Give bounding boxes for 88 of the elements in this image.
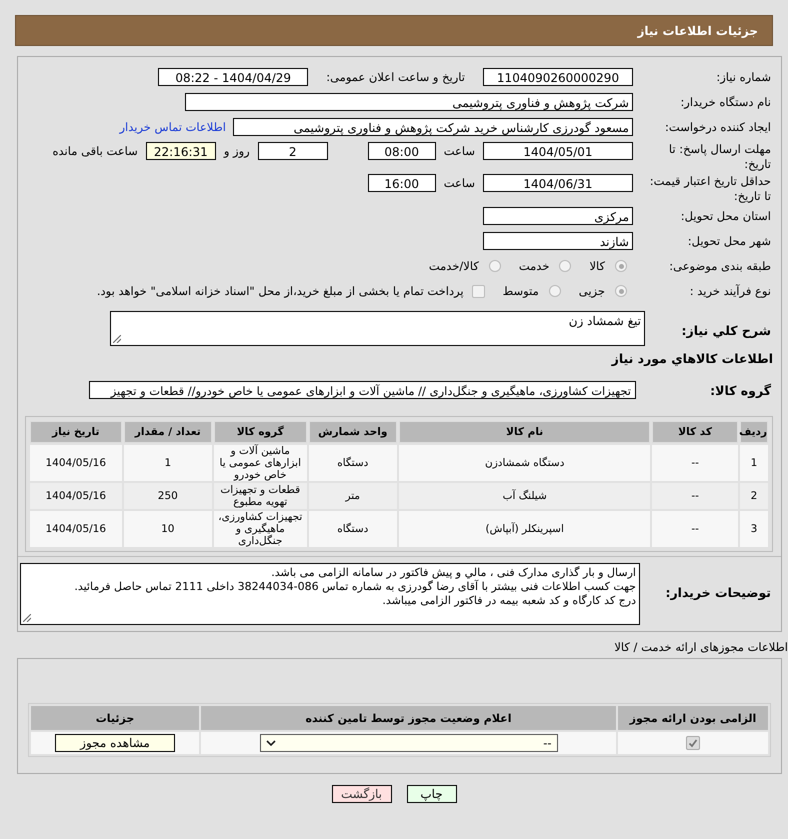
- field-label: شرح کلي نياز:: [680, 322, 772, 338]
- buyer-contact-link[interactable]: اطلاعات تماس خریدار: [119, 120, 226, 134]
- table-cell: --: [652, 445, 738, 481]
- column-header: واحد شمارش: [308, 421, 398, 443]
- remaining-label: ساعت باقی مانده: [52, 143, 138, 160]
- table-cell: 1404/05/16: [30, 483, 122, 509]
- remaining-time-field: 22:16:31: [146, 142, 216, 160]
- need-number-field: 1104090260000290: [483, 68, 633, 86]
- status-dropdown[interactable]: --: [260, 734, 558, 752]
- radio-label: کالا/خدمت: [428, 259, 479, 273]
- city-field: شازند: [483, 232, 633, 250]
- days-label: روز و: [224, 143, 250, 160]
- validity-time-field: 16:00: [368, 174, 436, 192]
- table-cell: متر: [308, 483, 398, 509]
- print-button[interactable]: چاپ: [406, 785, 456, 803]
- table-cell: اسپرینکلر (آبپاش): [399, 511, 650, 547]
- column-header: تعداد / مقدار: [124, 421, 212, 443]
- table-cell: دستگاه شمشادزن: [399, 445, 650, 481]
- radio-button[interactable]: [615, 285, 627, 297]
- table-cell: 1404/05/16: [30, 445, 122, 481]
- radio-button[interactable]: [488, 260, 501, 272]
- table-cell: دستگاه: [308, 511, 398, 547]
- table-cell: قطعات و تجهیزات تهویه مطبوع: [214, 483, 307, 509]
- column-header: گروه کالا: [214, 421, 307, 443]
- resize-grip-icon: [23, 614, 31, 622]
- radio-label: جزیی: [578, 284, 605, 298]
- field-label: نوع فرآیند خرید :: [688, 284, 772, 298]
- table-cell: دستگاه: [308, 445, 398, 481]
- field-label: شماره نیاز:: [715, 70, 772, 84]
- field-label: حداقل تاریخ اعتبار قیمت: تا تاریخ:: [648, 174, 772, 204]
- table-cell: 250: [124, 483, 212, 509]
- deadline-date-field: 1404/05/01: [483, 142, 633, 160]
- field-label: استان محل تحویل:: [680, 209, 772, 223]
- table-cell: 10: [124, 511, 212, 547]
- radio-button[interactable]: [559, 260, 572, 272]
- radio-button[interactable]: [548, 285, 561, 297]
- table-cell: --: [652, 511, 738, 547]
- radio-button[interactable]: [615, 260, 627, 272]
- column-header: جزئیات: [31, 706, 199, 730]
- days-field: 2: [258, 142, 328, 160]
- caret-icon: [266, 740, 276, 746]
- note-line: ارسال و بار گذاری مدارک فنی ، مالي و پیش فاکتور در سامانه الزامی می باشد.: [270, 566, 636, 580]
- radio-label: کالا: [589, 259, 605, 273]
- checkbox-label: پرداخت تمام یا بخشی از مبلغ خرید،از محل "اسناد خزانه اسلامی" خواهد بود.: [96, 284, 464, 298]
- note-line: جهت کسب اطلاعات فنی بیشتر با آقای رضا گودرزی به شماره تماس 086-38244034 داخلی 2111 تماس حاصل فرمائید.: [73, 580, 636, 594]
- resize-grip-icon: [113, 335, 121, 343]
- column-header: تاریخ نیاز: [30, 421, 122, 443]
- view-permit-button[interactable]: مشاهده مجوز: [55, 734, 175, 752]
- field-label: طبقه بندی موضوعی:: [668, 259, 772, 273]
- table-cell: شیلنگ آب: [399, 483, 650, 509]
- requester-field: مسعود گودرزی کارشناس خرید شرکت پژوهش و فناوری پتروشیمی: [233, 118, 633, 136]
- section-title: اطلاعات مجوزهای ارائه خدمت / کالا: [613, 640, 788, 654]
- announce-date-field: 1404/04/29 - 08:22: [158, 68, 308, 86]
- buyer-org-field: شرکت پژوهش و فناوری پتروشیمی: [185, 93, 633, 111]
- field-label: نام دستگاه خریدار:: [679, 95, 772, 109]
- goods-group-field: تجهیزات کشاورزی، ماهیگیری و جنگل‌داری // ماشین آلات و ابزارهای عمومی یا خاص خودرو// قطعات و تجهیز: [89, 381, 636, 399]
- validity-date-field: 1404/06/31: [483, 174, 633, 192]
- description-text: تیغ شمشاد زن: [568, 314, 641, 328]
- column-header: کد کالا: [652, 421, 738, 443]
- field-label: تاریخ و ساعت اعلان عمومی:: [326, 70, 465, 84]
- field-label: مهلت ارسال پاسخ: تا تاریخ:: [668, 142, 772, 172]
- checkbox[interactable]: [472, 284, 485, 298]
- table-cell: --: [652, 483, 738, 509]
- note-line: درج کد کارگاه و کد شعبه بیمه در فاکتور الزامی میباشد.: [381, 594, 636, 608]
- field-label: گروه کالا:: [709, 382, 772, 398]
- column-header: اعلام وضعیت مجوز توسط تامین کننده: [201, 706, 616, 730]
- table-cell: 1404/05/16: [30, 511, 122, 547]
- back-button[interactable]: بازگشت: [332, 785, 392, 803]
- table-cell: ماشین آلات و ابزارهای عمومی یا خاص خودرو: [214, 445, 307, 481]
- time-label: ساعت: [444, 143, 475, 160]
- table-cell: 1: [740, 445, 768, 481]
- radio-label: خدمت: [518, 259, 550, 273]
- table-cell: 1: [124, 445, 212, 481]
- time-label: ساعت: [444, 175, 475, 192]
- table-cell: تجهیزات کشاورزی، ماهیگیری و جنگل‌داری: [214, 511, 307, 547]
- province-field: مرکزی: [483, 207, 633, 225]
- field-label: توضیحات خریدار:: [664, 584, 772, 600]
- column-header: ردیف: [740, 421, 768, 443]
- field-label: ایجاد کننده درخواست:: [664, 120, 772, 134]
- page-title: جزئیات اطلاعات نیاز: [637, 24, 758, 38]
- column-header: نام کالا: [399, 421, 650, 443]
- table-cell: 3: [740, 511, 768, 547]
- section-title: اطلاعات کالاهاي مورد نياز: [610, 351, 774, 366]
- deadline-time-field: 08:00: [368, 142, 436, 160]
- column-header: الزامی بودن ارائه مجوز: [618, 706, 768, 730]
- table-cell: 2: [740, 483, 768, 509]
- radio-label: متوسط: [502, 284, 539, 298]
- field-label: شهر محل تحویل:: [686, 234, 772, 248]
